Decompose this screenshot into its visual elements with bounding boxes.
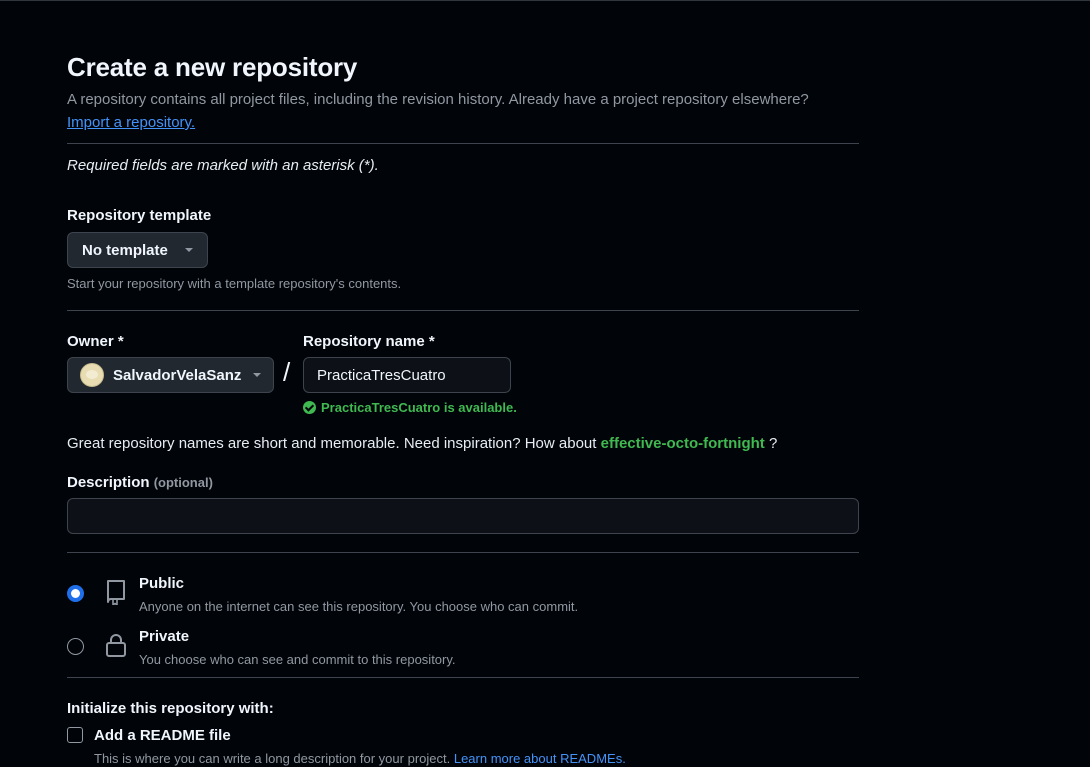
availability-text: PracticaTresCuatro is available. xyxy=(321,400,517,415)
inspiration-text: Great repository names are short and mem… xyxy=(67,435,597,452)
page-title: Create a new repository xyxy=(67,52,358,82)
template-label: Repository template xyxy=(67,207,212,224)
check-circle-icon xyxy=(303,401,316,414)
description-label-text: Description xyxy=(67,474,150,491)
owner-label: Owner * xyxy=(67,333,124,350)
public-description: Anyone on the internet can see this repo… xyxy=(139,599,579,614)
private-radio[interactable] xyxy=(67,638,84,655)
avatar xyxy=(80,363,104,387)
name-inspiration: Great repository names are short and mem… xyxy=(67,435,777,452)
divider xyxy=(67,677,859,678)
public-radio[interactable] xyxy=(67,585,84,602)
divider xyxy=(67,143,859,144)
optional-tag: (optional) xyxy=(153,475,213,490)
learn-more-readmes-link[interactable]: Learn more about READMEs. xyxy=(454,751,626,766)
divider xyxy=(67,310,859,311)
lock-icon xyxy=(106,634,126,657)
initialize-label: Initialize this repository with: xyxy=(67,700,274,717)
divider xyxy=(67,552,859,553)
inspiration-suffix: ? xyxy=(768,435,778,452)
owner-selected: SalvadorVelaSanz xyxy=(113,366,242,384)
readme-help-text: This is where you can write a long descr… xyxy=(94,751,451,766)
private-description: You choose who can see and commit to thi… xyxy=(139,652,456,667)
repo-icon xyxy=(107,580,125,605)
template-dropdown[interactable]: No template xyxy=(67,232,208,268)
owner-repo-separator: / xyxy=(283,357,291,387)
template-help: Start your repository with a template re… xyxy=(67,276,402,291)
availability-status: PracticaTresCuatro is available. xyxy=(303,400,517,415)
required-fields-note: Required fields are marked with an aster… xyxy=(67,157,379,174)
readme-label: Add a README file xyxy=(94,727,231,744)
repo-name-label: Repository name * xyxy=(303,333,435,350)
template-selected: No template xyxy=(82,241,168,259)
description-label: Description (optional) xyxy=(67,474,213,491)
suggested-name-button[interactable]: effective-octo-fortnight xyxy=(601,435,765,452)
top-border xyxy=(0,0,1090,1)
page-subtitle: A repository contains all project files,… xyxy=(67,91,809,108)
chevron-down-icon xyxy=(185,248,193,252)
owner-dropdown[interactable]: SalvadorVelaSanz xyxy=(67,357,274,393)
import-repository-link[interactable]: Import a repository. xyxy=(67,114,195,131)
chevron-down-icon xyxy=(253,373,261,377)
private-title: Private xyxy=(139,628,190,645)
public-title: Public xyxy=(139,575,185,592)
readme-help: This is where you can write a long descr… xyxy=(94,751,626,766)
repo-name-input[interactable] xyxy=(303,357,511,393)
description-input[interactable] xyxy=(67,498,859,534)
readme-checkbox[interactable] xyxy=(67,727,83,743)
